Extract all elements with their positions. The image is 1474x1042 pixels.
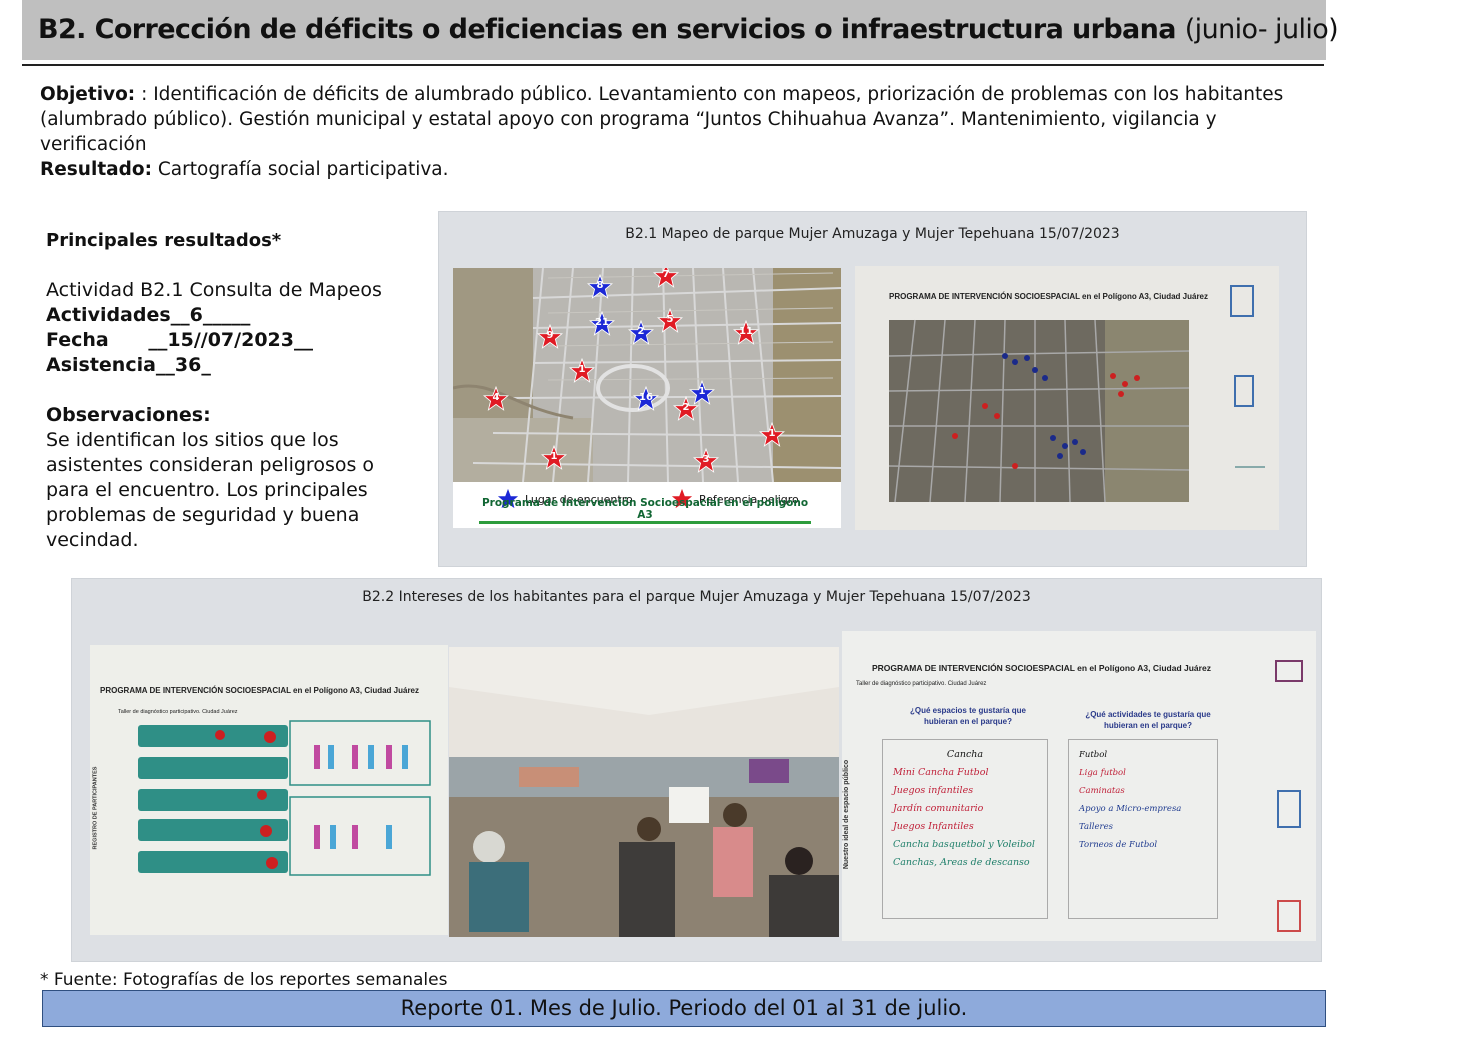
activity-line: Actividad B2.1 Consulta de Mapeos <box>46 279 382 301</box>
red-star-marker: 3 <box>693 448 719 474</box>
space-item: Mini Cancha Futbol <box>893 767 989 778</box>
space-item: Canchas, Areas de descanso <box>893 857 1030 868</box>
red-star-label: 2 <box>682 402 690 413</box>
header-divider <box>22 64 1324 66</box>
activities-box: Futbol Liga futbol Caminatas Apoyo a Micro-… <box>1068 739 1218 919</box>
activity-date: Fecha __15//07/2023__ <box>46 329 313 351</box>
red-star-label: 4 <box>492 392 500 403</box>
red-star-marker: 9 <box>537 324 563 350</box>
space-item: Cancha <box>946 749 984 760</box>
page-title-period: (junio- julio) <box>1184 14 1339 45</box>
public-space-label: Nuestro ideal de espacio público <box>843 759 851 870</box>
activity-item: Apoyo a Micro-empresa <box>1079 804 1182 814</box>
map-legend: Lugar de encuentro Referencia peligro Pr… <box>453 482 841 528</box>
space-item: Cancha basquetbol y Voleibol <box>893 839 1035 850</box>
red-star-label: 1 <box>550 451 558 462</box>
blue-star-label: 2 <box>637 326 645 337</box>
activities-question: ¿Qué actividades te gustaría que hubiera… <box>1085 710 1211 730</box>
legend-program-label: Programa de Intervención Socioespacial e… <box>479 497 811 524</box>
spaces-list: Cancha Mini Cancha Futbol Juegos infantile… <box>883 740 1047 878</box>
red-star-label: 9 <box>546 330 554 341</box>
results-heading: Principales resultados* <box>46 230 282 251</box>
blue-star-label: 8 <box>596 280 604 291</box>
interests-panel-caption: B2.2 Intereses de los habitantes para el… <box>362 589 1031 605</box>
red-star-marker: 1 <box>569 358 595 384</box>
red-star-marker: 11 <box>733 320 759 346</box>
red-star-label: 11 <box>739 326 753 337</box>
interests-panel: B2.2 Intereses de los habitantes para el… <box>71 578 1322 962</box>
aerial-map-image <box>453 268 841 482</box>
activity-item: Liga futbol <box>1079 768 1126 778</box>
blue-star-label: 21 <box>595 317 609 328</box>
blue-star-marker: 16 <box>633 386 659 412</box>
red-star-label: 1 <box>768 428 776 439</box>
printed-map-image <box>888 285 1265 503</box>
red-star-label: 1 <box>578 364 586 375</box>
activities-list: Futbol Liga futbol Caminatas Apoyo a Micro-… <box>1069 740 1217 860</box>
result-label: Resultado: <box>40 159 152 180</box>
activity-item: Talleres <box>1079 822 1113 832</box>
workshop-sheet-image <box>138 720 431 876</box>
blue-star-marker: 2 <box>628 320 654 346</box>
objective-label: Objetivo: <box>40 84 136 105</box>
red-star-marker: 1 <box>541 445 567 471</box>
red-star-label: 5 <box>666 314 674 325</box>
red-star-label: 3 <box>702 454 710 465</box>
mapping-panel-caption: B2.1 Mapeo de parque Mujer Amuzaga y Muj… <box>625 226 1120 242</box>
red-star-marker: 7 <box>653 268 679 289</box>
page-title: B2. Corrección de déficits o deficiencia… <box>38 14 1339 45</box>
workshop-sheet-photo: PROGRAMA DE INTERVENCIÓN SOCIOESPACIAL e… <box>90 645 448 935</box>
report-footer: Reporte 01. Mes de Julio. Periodo del 01… <box>42 990 1326 1027</box>
red-star-marker: 5 <box>657 308 683 334</box>
result-paragraph: Resultado: Cartografía social participat… <box>40 157 1300 182</box>
result-text: Cartografía social participativa. <box>152 159 449 180</box>
source-footnote: * Fuente: Fotografías de los reportes se… <box>40 970 448 990</box>
aerial-map: 8 21 2 16 1 7 5 11 9 1 4 2 1 1 3 Lugar de encuentro Re… <box>453 268 841 528</box>
interests-sheet-title: PROGRAMA DE INTERVENCIÓN SOCIOESPACIAL e… <box>872 663 1211 673</box>
space-item: Jardín comunitario <box>893 803 984 814</box>
red-star-marker: 2 <box>673 396 699 422</box>
activity-item: Torneos de Futbol <box>1079 840 1158 850</box>
red-star-marker: 4 <box>483 386 509 412</box>
red-star-label: 7 <box>662 269 670 280</box>
activities-count: Actividades__6_____ <box>46 304 251 326</box>
activity-item: Caminatas <box>1079 786 1125 796</box>
observations-heading: Observaciones: <box>46 404 211 426</box>
mapping-panel: B2.1 Mapeo de parque Mujer Amuzaga y Muj… <box>438 211 1307 567</box>
page-title-main: B2. Corrección de déficits o deficiencia… <box>38 14 1177 45</box>
interests-sheet-photo: PROGRAMA DE INTERVENCIÓN SOCIOESPACIAL e… <box>842 631 1316 941</box>
workshop-event-image <box>449 647 839 937</box>
blue-star-marker: 8 <box>587 274 613 300</box>
spaces-box: Cancha Mini Cancha Futbol Juegos infantile… <box>882 739 1048 919</box>
objective-block: Objetivo: : Identificación de déficits d… <box>40 82 1300 182</box>
blue-star-label: 16 <box>639 392 653 403</box>
space-item: Juegos infantiles <box>893 785 974 796</box>
results-column: Principales resultados* Actividad B2.1 C… <box>46 228 406 553</box>
blue-star-marker: 21 <box>589 311 615 337</box>
red-star-marker: 1 <box>759 422 785 448</box>
interests-sheet-subtitle: Taller de diagnóstico participativo. Ciu… <box>856 681 987 687</box>
printed-map-photo: PROGRAMA DE INTERVENCIÓN SOCIOESPACIAL e… <box>855 266 1279 530</box>
spaces-question: ¿Qué espacios te gustaría que hubieran e… <box>909 706 1027 726</box>
activity-item: Futbol <box>1079 750 1108 760</box>
objective-text: : Identificación de déficits de alumbrad… <box>40 84 1284 155</box>
logo-strip <box>1275 660 1303 932</box>
workshop-event-photo <box>449 647 839 937</box>
space-item: Juegos Infantiles <box>893 821 974 832</box>
objective-paragraph: Objetivo: : Identificación de déficits d… <box>40 82 1300 157</box>
attendance-count: Asistencia__36_ <box>46 354 211 376</box>
observations-text: Se identifican los sitios que los asiste… <box>46 429 375 551</box>
